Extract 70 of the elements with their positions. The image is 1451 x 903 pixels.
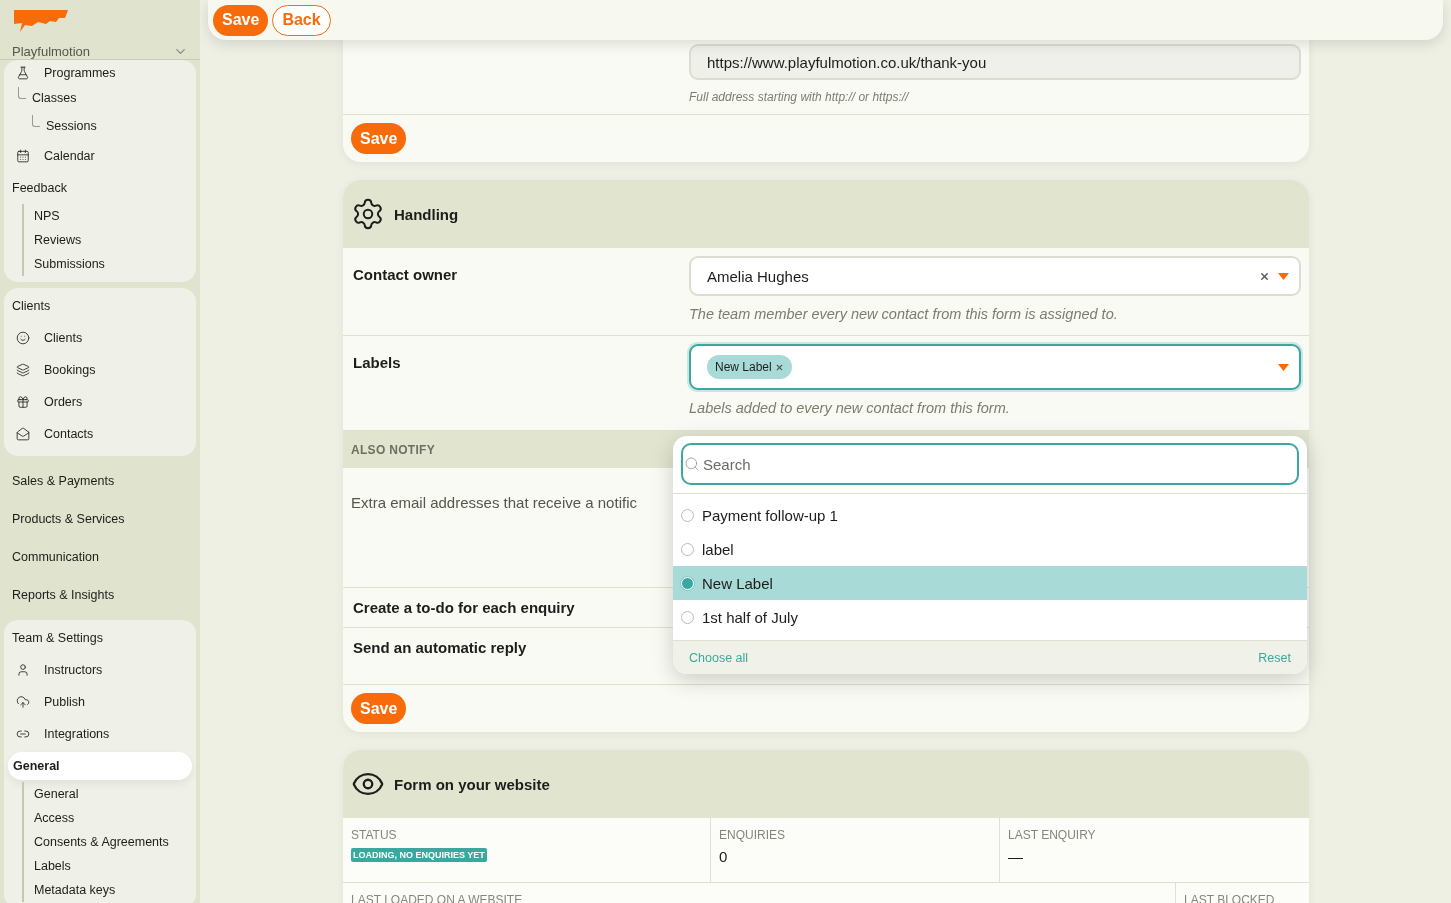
sidebar-subitem[interactable]: Consents & Agreements xyxy=(34,835,169,849)
field-label: Labels xyxy=(353,354,402,371)
url-field[interactable]: https://www.playfulmotion.co.uk/thank-you xyxy=(689,44,1301,80)
sidebar-heading[interactable]: Clients xyxy=(12,299,51,313)
field-label: Create a to-do for each enquiry xyxy=(353,599,575,616)
link-icon xyxy=(16,727,30,741)
envelope-icon xyxy=(16,427,30,441)
sidebar-subitem[interactable]: Metadata keys xyxy=(34,883,116,897)
stat-value: — xyxy=(1008,848,1024,865)
field-hint: Full address starting with http:// or https:// xyxy=(689,90,910,104)
sidebar-item[interactable]: Orders xyxy=(44,395,83,409)
sidebar-heading[interactable]: Communication xyxy=(12,550,99,564)
stat-value: 0 xyxy=(719,848,729,865)
field-label: Send an automatic reply xyxy=(353,639,527,656)
sidebar-subitem[interactable]: Submissions xyxy=(34,257,105,271)
sidebar-subitem[interactable]: Labels xyxy=(34,859,71,873)
stat-label: ENQUIRIES xyxy=(719,828,786,842)
account-name[interactable]: Playfulmotion xyxy=(12,44,91,59)
card-title: Handling xyxy=(394,205,459,223)
clear-icon[interactable] xyxy=(1259,270,1270,282)
label-option[interactable]: label xyxy=(673,532,1307,566)
calendar-icon xyxy=(16,149,30,163)
sidebar-item[interactable]: Contacts xyxy=(44,427,94,441)
label-option[interactable]: Payment follow-up 1 xyxy=(673,498,1307,532)
sidebar-item[interactable]: Publish xyxy=(44,695,85,709)
sidebar-item[interactable]: Calendar xyxy=(44,149,95,163)
field-label: Contact owner xyxy=(353,266,459,283)
caret-icon[interactable] xyxy=(1278,363,1289,371)
field-description: Extra email addresses that receive a notific xyxy=(351,494,637,511)
labels-field[interactable]: New Label xyxy=(689,344,1301,390)
person-icon xyxy=(16,663,30,677)
sidebar-item[interactable]: Integrations xyxy=(44,727,110,741)
sidebar-item[interactable]: Classes xyxy=(32,91,77,105)
field-hint: Labels added to every new contact from this form. xyxy=(689,400,1011,416)
flask-icon xyxy=(16,66,30,80)
remove-icon[interactable] xyxy=(774,362,784,372)
section-title: ALSO NOTIFY xyxy=(351,442,435,457)
status-badge: LOADING, NO ENQUIRIES YET xyxy=(351,848,487,862)
card-title: Form on your website xyxy=(394,775,550,793)
sidebar-item[interactable]: Instructors xyxy=(44,663,103,677)
sidebar-subitem[interactable]: Access xyxy=(34,811,75,825)
label-option[interactable]: 1st half of July xyxy=(673,600,1307,634)
cloud-upload-icon xyxy=(16,695,30,709)
sidebar-subitem[interactable]: Reviews xyxy=(34,233,82,247)
search-field[interactable]: Search xyxy=(681,443,1299,485)
sidebar-heading[interactable]: Team & Settings xyxy=(12,631,103,645)
sidebar-subitem[interactable]: General xyxy=(34,787,79,801)
sidebar-item[interactable]: Bookings xyxy=(44,363,96,377)
sidebar-item[interactable]: Clients xyxy=(44,331,83,345)
caret-icon[interactable] xyxy=(1278,272,1289,280)
smiley-icon xyxy=(16,331,30,345)
settings-icon xyxy=(351,197,385,231)
sidebar-heading[interactable]: Feedback xyxy=(12,181,67,195)
sidebar-item-selected[interactable]: General xyxy=(8,752,192,780)
label-option[interactable]: New Label xyxy=(673,566,1307,600)
layers-icon xyxy=(16,363,30,377)
sidebar-item[interactable]: Sessions xyxy=(46,119,97,133)
sidebar-heading[interactable]: Sales & Payments xyxy=(12,474,115,488)
select-field[interactable]: Amelia Hughes xyxy=(689,256,1301,296)
logo-icon xyxy=(12,8,70,32)
gift-icon xyxy=(16,395,30,409)
field-hint: The team member every new contact from this form is assigned to. xyxy=(689,306,1119,322)
stat-label: STATUS xyxy=(351,828,398,842)
search-icon xyxy=(684,456,700,472)
sidebar-heading[interactable]: Products & Services xyxy=(12,512,125,526)
sidebar-heading[interactable]: Reports & Insights xyxy=(12,588,115,602)
sidebar-subitem[interactable]: NPS xyxy=(34,209,60,223)
sidebar-item[interactable]: Programmes xyxy=(44,66,116,80)
label-chip: New Label xyxy=(707,355,792,379)
stat-label: LAST ENQUIRY xyxy=(1008,828,1097,842)
